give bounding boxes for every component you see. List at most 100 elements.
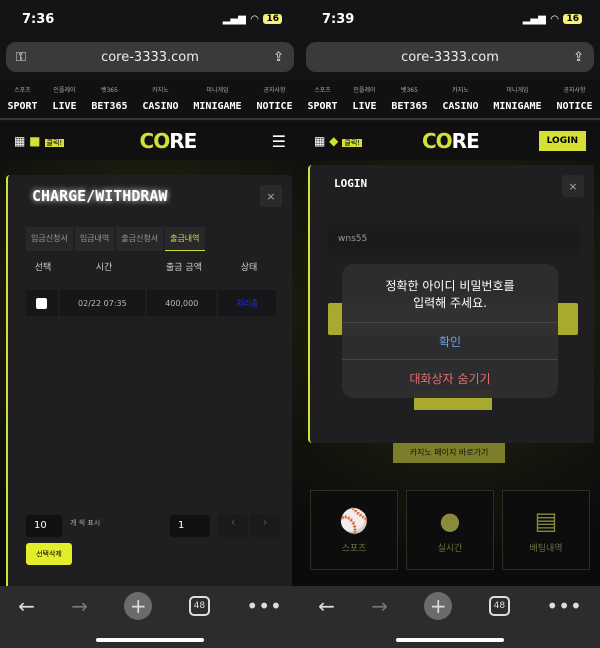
clock: 7:36 [22, 11, 55, 27]
nav-live[interactable]: 인플레이 LIVE [352, 85, 376, 113]
username-input[interactable]: wns55 [328, 225, 580, 255]
tab-withdraw-request[interactable]: 출금신청서 [116, 227, 164, 251]
signal-icon: ▂▄▆ [222, 13, 246, 25]
wifi-icon: ◠ [550, 13, 559, 25]
nav-label: BET365 [391, 101, 428, 112]
nav-sub: 스포츠 [14, 87, 31, 94]
nav-casino[interactable]: 카지노 CASINO [442, 85, 478, 113]
nav-notice[interactable]: 공지사항 NOTICE [556, 85, 592, 113]
core-logo[interactable]: CORE [139, 129, 198, 153]
battery-icon: 16 [563, 14, 582, 24]
table-header: 선택 시간 출금 금액 상태 [26, 260, 278, 273]
nav-sport[interactable]: 스포츠 SPORT [307, 85, 337, 113]
row-checkbox[interactable] [36, 297, 48, 309]
nav-label: MINIGAME [493, 101, 542, 112]
cell-status: 처리중 [218, 290, 276, 316]
nav-notice[interactable]: 공지사항 NOTICE [256, 85, 292, 113]
nav-sub: 벳365 [400, 87, 418, 94]
hide-dialogs-button[interactable]: 대화상자 숨기기 [342, 359, 558, 396]
nav-sport[interactable]: 스포츠 SPORT [7, 85, 37, 113]
volleyball-icon: ● [439, 507, 461, 535]
nav-label: CASINO [142, 101, 179, 112]
tab-deposit-history[interactable]: 입금내역 [74, 227, 115, 251]
nav-minigame[interactable]: 미니게임 MINIGAME [193, 85, 241, 113]
nav-label: LIVE [352, 101, 377, 112]
nav-sub: 미니게임 [206, 87, 229, 94]
per-page-label: 개 씩 표시 [70, 519, 101, 527]
more-icon[interactable]: ••• [246, 594, 281, 618]
share-icon[interactable]: ⇪ [573, 50, 584, 65]
alert-dialog: 정확한 아이디 비밀번호를 입력해 주세요. 확인 대화상자 숨기기 [342, 264, 558, 398]
login-button[interactable]: LOGIN [538, 131, 586, 151]
casino-page-link[interactable]: 카지노 페이지 바로가기 [393, 443, 505, 463]
share-icon[interactable]: ⇪ [273, 50, 284, 65]
nav-minigame[interactable]: 미니게임 MINIGAME [493, 85, 541, 113]
per-page-select[interactable]: 10 [26, 515, 62, 537]
forward-icon[interactable]: → [71, 594, 88, 618]
nav-live[interactable]: 인플레이 LIVE [52, 85, 76, 113]
nav-label: SPORT [307, 101, 338, 112]
home-indicator [96, 638, 204, 642]
nav-sub: 스포츠 [314, 87, 331, 94]
tile-live[interactable]: ● 실시간 [406, 490, 494, 570]
url-text: core-3333.com [401, 49, 499, 65]
col-time: 시간 [95, 263, 113, 273]
tabs-button[interactable]: 48 [188, 596, 211, 616]
col-select: 선택 [34, 263, 52, 273]
forward-icon[interactable]: → [371, 594, 388, 618]
baseball-bat-icon: ⚾ [339, 507, 369, 535]
tabs-button[interactable]: 48 [488, 596, 511, 616]
close-button[interactable]: × [562, 175, 584, 197]
modal-title: CHARGE/WITHDRAW [32, 187, 168, 205]
back-icon[interactable]: ← [18, 594, 35, 618]
tile-label: 스포츠 [341, 544, 367, 554]
new-tab-button[interactable]: + [124, 592, 153, 620]
hamburger-menu-icon[interactable]: ☰ [272, 132, 286, 151]
tab-withdraw-history[interactable]: 출금내역 [165, 227, 205, 251]
nav-sub: 인플레이 [353, 87, 376, 94]
nav-label: LIVE [52, 101, 77, 112]
charge-withdraw-modal: CHARGE/WITHDRAW × 입금신청서 입금내역 출금신청서 출금내역 … [6, 175, 292, 595]
address-bar[interactable]: ⚿ core-3333.com ⇪ [6, 42, 294, 72]
alert-message: 정확한 아이디 비밀번호를 입력해 주세요. [342, 264, 558, 322]
signal-icon: ▂▄▆ [522, 13, 546, 25]
delete-selected-button[interactable]: 선택삭제 [26, 543, 72, 565]
status-bar: 7:36 ▂▄▆ ◠ 16 [0, 0, 300, 38]
nav-bet365[interactable]: 벳365 BET365 [391, 85, 427, 113]
more-icon[interactable]: ••• [546, 594, 581, 618]
battery-icon: 16 [263, 14, 282, 24]
clock: 7:39 [322, 11, 355, 27]
next-page-button[interactable]: › [250, 515, 280, 537]
tile-sports[interactable]: ⚾ 스포츠 [310, 490, 398, 570]
tab-deposit-request[interactable]: 입금신청서 [26, 227, 73, 251]
back-icon[interactable]: ← [318, 594, 335, 618]
close-button[interactable]: × [260, 185, 282, 207]
document-icon: ▤ [534, 507, 558, 535]
logo-part: CO [421, 129, 453, 153]
key-icon[interactable]: ⚿ [16, 50, 26, 65]
nav-label: MINIGAME [193, 101, 242, 112]
nav-casino[interactable]: 카지노 CASINO [142, 85, 178, 113]
tile-label: 실시간 [437, 544, 463, 554]
logo-part: CO [139, 129, 171, 153]
top-nav: 스포츠 SPORT 인플레이 LIVE 벳365 BET365 카지노 CASINO 미… [300, 80, 600, 120]
cell-time: 02/22 07:35 [59, 290, 146, 316]
grid-menu-icon[interactable]: ▦ ■ 클릭! [14, 134, 65, 148]
home-indicator [396, 638, 504, 642]
nav-bet365[interactable]: 벳365 BET365 [91, 85, 127, 113]
page-content: CHARGE/WITHDRAW × 입금신청서 입금내역 출금신청서 출금내역 … [0, 160, 300, 648]
nav-label: SPORT [7, 101, 38, 112]
url-text: core-3333.com [101, 49, 199, 65]
click-badge[interactable]: 클릭! [342, 139, 363, 147]
nav-sub: 공지사항 [263, 87, 286, 94]
confirm-button[interactable]: 확인 [342, 322, 558, 359]
grid-menu-icon[interactable]: ▦ ◆ 클릭! [314, 134, 363, 148]
core-logo[interactable]: CORE [421, 129, 480, 153]
top-nav: 스포츠 SPORT 인플레이 LIVE 벳365 BET365 카지노 CASINO 미… [0, 80, 300, 120]
address-bar[interactable]: core-3333.com ⇪ [306, 42, 594, 72]
new-tab-button[interactable]: + [424, 592, 453, 620]
prev-page-button[interactable]: ‹ [218, 515, 248, 537]
tile-bet-history[interactable]: ▤ 배팅내역 [502, 490, 590, 570]
click-badge[interactable]: 클릭! [44, 139, 65, 147]
page-input[interactable]: 1 [170, 515, 210, 537]
